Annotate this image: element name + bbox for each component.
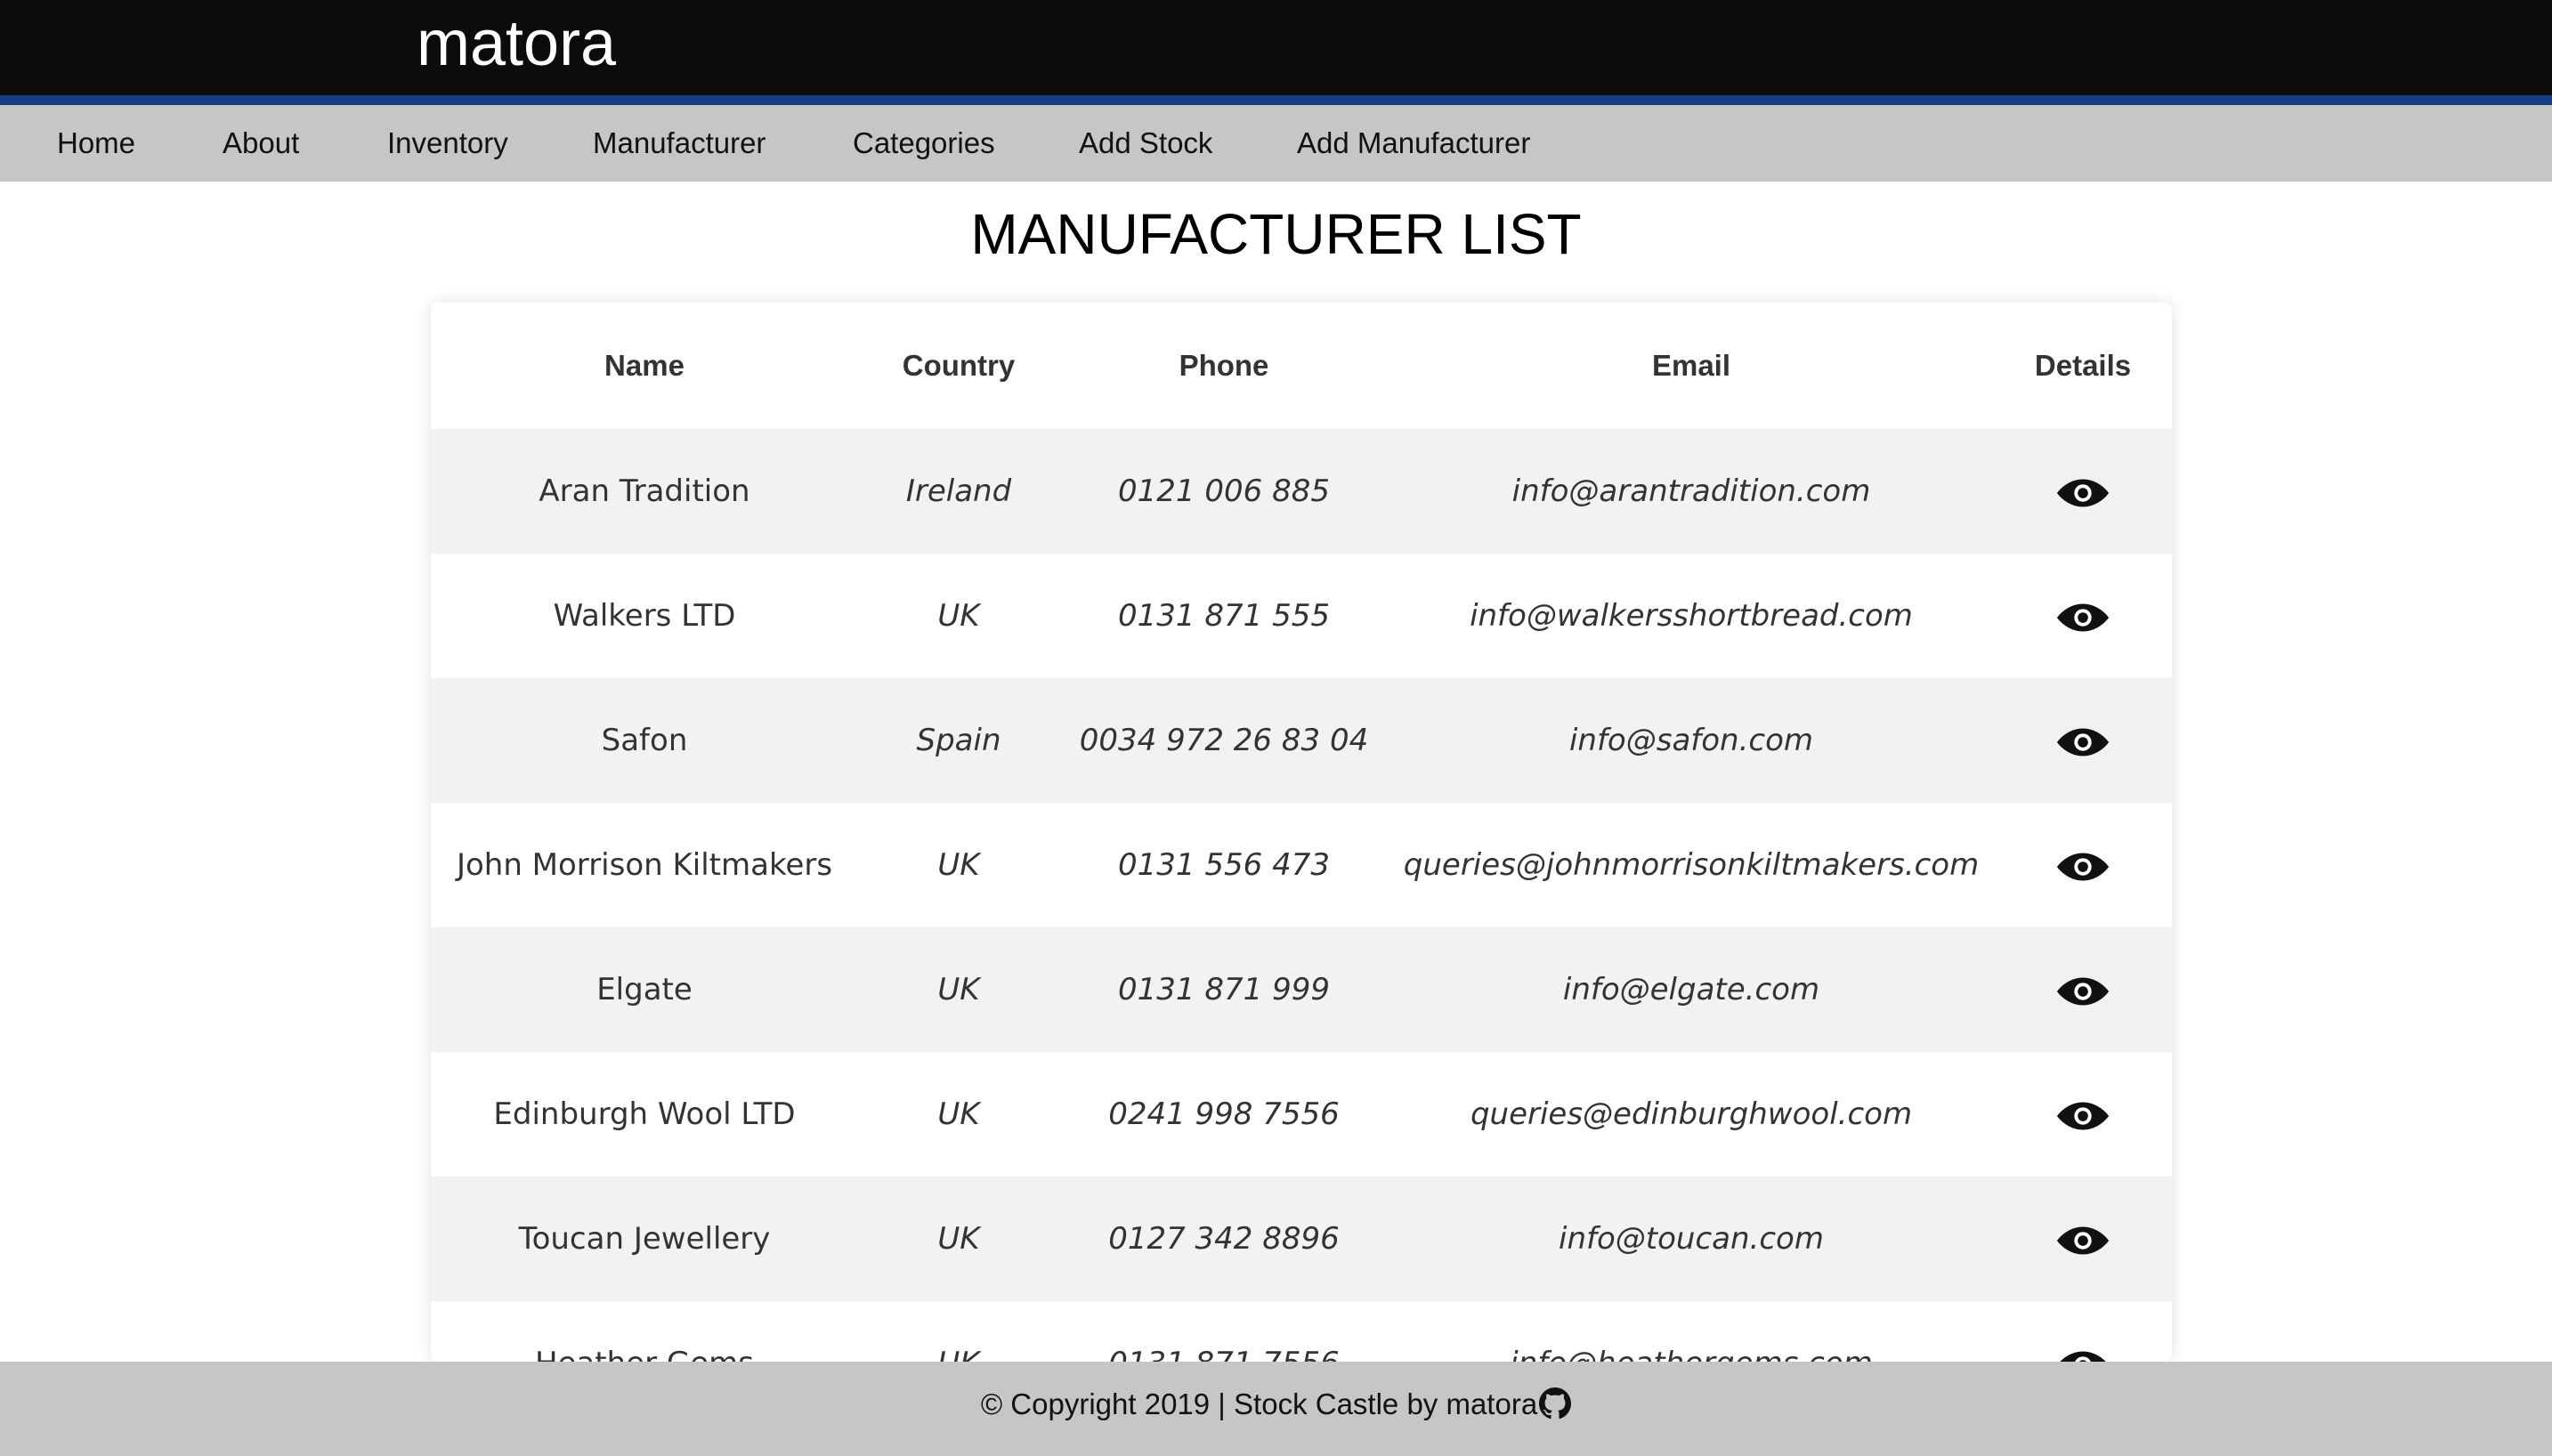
- nav-add-stock[interactable]: Add Stock: [1079, 105, 1212, 182]
- cell-details: [1994, 554, 2172, 678]
- cell-name: Safon: [431, 678, 858, 803]
- cell-name: Edinburgh Wool LTD: [431, 1052, 858, 1177]
- footer-copyright: © Copyright 2019 | Stock Castle by mator…: [980, 1387, 1538, 1420]
- table-row: Safon Spain 0034 972 26 83 04 info@safon.co…: [431, 678, 2172, 803]
- cell-email: info@safon.com: [1389, 678, 1994, 803]
- manufacturer-table: Name Country Phone Email Details Aran Tr…: [431, 303, 2172, 1362]
- cell-details: [1994, 927, 2172, 1052]
- column-header-country: Country: [902, 349, 1016, 382]
- cell-country: UK: [858, 1177, 1059, 1301]
- cell-details: [1994, 678, 2172, 803]
- cell-name: Heather Gems: [431, 1301, 858, 1362]
- manufacturer-table-card: Name Country Phone Email Details Aran Tr…: [431, 303, 2172, 1362]
- cell-email: info@arantradition.com: [1389, 429, 1994, 554]
- cell-country: UK: [858, 1301, 1059, 1362]
- table-row: Edinburgh Wool LTD UK 0241 998 7556 queries…: [431, 1052, 2172, 1177]
- cell-email: queries@johnmorrisonkiltmakers.com: [1389, 803, 1994, 927]
- table-row: Toucan Jewellery UK 0127 342 8896 info@touc…: [431, 1177, 2172, 1301]
- eye-icon: [2056, 977, 2110, 1005]
- eye-icon: [2056, 1102, 2110, 1129]
- cell-name: Toucan Jewellery: [431, 1177, 858, 1301]
- nav-about[interactable]: About: [223, 105, 299, 182]
- github-icon[interactable]: [1539, 1387, 1572, 1420]
- nav-inventory[interactable]: Inventory: [387, 105, 508, 182]
- cell-name: John Morrison Kiltmakers: [431, 803, 858, 927]
- cell-country: Ireland: [858, 429, 1059, 554]
- eye-icon: [2059, 1351, 2107, 1362]
- cell-phone: 0121 006 885: [1059, 429, 1389, 554]
- nav-add-manufacturer[interactable]: Add Manufacturer: [1297, 105, 1530, 182]
- column-header-phone: Phone: [1179, 349, 1269, 382]
- cell-country: Spain: [858, 678, 1059, 803]
- cell-details: [1994, 1052, 2172, 1177]
- cell-email: info@walkersshortbread.com: [1389, 554, 1994, 678]
- cell-country: UK: [858, 927, 1059, 1052]
- table-row: Aran Tradition Ireland 0121 006 885 info@ar…: [431, 429, 2172, 554]
- site-footer: © Copyright 2019 | Stock Castle by mator…: [0, 1362, 2552, 1456]
- details-link[interactable]: [2055, 1346, 2110, 1362]
- cell-country: UK: [858, 554, 1059, 678]
- cell-phone: 0241 998 7556: [1059, 1052, 1389, 1177]
- details-link[interactable]: [2055, 972, 2110, 1007]
- eye-icon: [2056, 479, 2110, 506]
- cell-name: Aran Tradition: [431, 429, 858, 554]
- eye-icon: [2056, 853, 2110, 880]
- column-header-name: Name: [604, 349, 685, 382]
- table-row: Elgate UK 0131 871 999 info@elgate.com: [431, 927, 2172, 1052]
- cell-details: [1994, 1301, 2172, 1362]
- cell-phone: 0131 871 7556: [1059, 1301, 1389, 1362]
- cell-email: info@toucan.com: [1389, 1177, 1994, 1301]
- brand-logo[interactable]: matora: [417, 7, 616, 80]
- nav-categories[interactable]: Categories: [853, 105, 995, 182]
- details-link[interactable]: [2055, 723, 2110, 758]
- cell-country: UK: [858, 803, 1059, 927]
- eye-icon: [2056, 603, 2110, 631]
- cell-phone: 0034 972 26 83 04: [1059, 678, 1389, 803]
- cell-details: [1994, 803, 2172, 927]
- column-header-email: Email: [1651, 349, 1731, 382]
- details-link[interactable]: [2055, 1096, 2110, 1132]
- column-header-details: Details: [2034, 349, 2132, 382]
- nav-home[interactable]: Home: [57, 105, 135, 182]
- cell-email: queries@edinburghwool.com: [1389, 1052, 1994, 1177]
- nav-manufacturer[interactable]: Manufacturer: [593, 105, 766, 182]
- table-row: Heather GemsUK0131 871 7556info@heatherg…: [431, 1301, 2172, 1362]
- cell-phone: 0131 556 473: [1059, 803, 1389, 927]
- cell-email: info@elgate.com: [1389, 927, 1994, 1052]
- cell-country: UK: [858, 1052, 1059, 1177]
- eye-icon: [2056, 1226, 2110, 1254]
- cell-name: Elgate: [431, 927, 858, 1052]
- cell-email: info@heathergems.com: [1389, 1301, 1994, 1362]
- cell-details: [1994, 1177, 2172, 1301]
- cell-details: [1994, 429, 2172, 554]
- details-link[interactable]: [2055, 473, 2110, 509]
- cell-phone: 0131 871 999: [1059, 927, 1389, 1052]
- table-row: Walkers LTD UK 0131 871 555 info@walkerssho…: [431, 554, 2172, 678]
- details-link[interactable]: [2055, 847, 2110, 883]
- page-title: MANUFACTURER LIST: [970, 202, 1582, 266]
- cell-name: Walkers LTD: [431, 554, 858, 678]
- eye-icon: [2056, 728, 2110, 756]
- table-row: John Morrison Kiltmakers UK 0131 556 473 qu…: [431, 803, 2172, 927]
- details-link[interactable]: [2055, 1221, 2110, 1257]
- main-nav: Home About Inventory Manufacturer Catego…: [0, 105, 2552, 182]
- cell-phone: 0131 871 555: [1059, 554, 1389, 678]
- table-header-row: Name Country Phone Email Details: [431, 303, 2172, 429]
- cell-phone: 0127 342 8896: [1059, 1177, 1389, 1301]
- site-header: matora: [0, 0, 2552, 105]
- details-link[interactable]: [2055, 598, 2110, 634]
